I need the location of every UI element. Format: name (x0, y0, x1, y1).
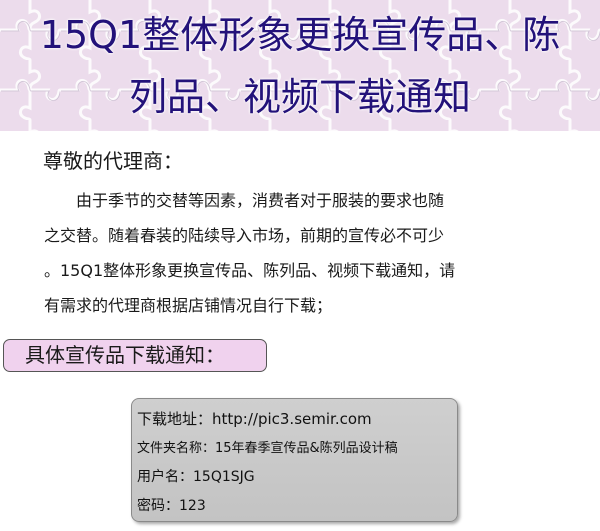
password: 密码：123 (137, 498, 206, 514)
notice-body: 由于季节的交替等因素，消费者对于服装的要求也随 之交替。随着春装的陆续导入市场，… (44, 183, 569, 323)
body-line-4: 有需求的代理商根据店铺情况自行下载； (44, 296, 333, 315)
greeting-text: 尊敬的代理商： (43, 149, 183, 173)
title-banner: 15Q1整体形象更换宣传品、陈 列品、视频下载通知 (0, 0, 600, 131)
download-address[interactable]: 下载地址：http://pic3.semir.com (137, 405, 457, 434)
body-line-2: 之交替。随着春装的陆续导入市场，前期的宣传必不可少 (44, 226, 445, 245)
body-line-3: 。15Q1整体形象更换宣传品、陈列品、视频下载通知，请 (44, 261, 456, 280)
body-line-1: 由于季节的交替等因素，消费者对于服装的要求也随 (76, 191, 445, 210)
page-title: 15Q1整体形象更换宣传品、陈 列品、视频下载通知 (0, 0, 600, 131)
folder-name: 文件夹名称：15年春季宣传品&陈列品设计稿 (137, 441, 398, 456)
section-heading-download-notice: 具体宣传品下载通知： (3, 339, 267, 372)
notice-page: 15Q1整体形象更换宣传品、陈 列品、视频下载通知 尊敬的代理商： 由于季节的交… (0, 0, 600, 531)
download-info-box: 下载地址：http://pic3.semir.com 文件夹名称：15年春季宣传… (131, 398, 458, 522)
username: 用户名：15Q1SJG (137, 469, 255, 485)
page-title-line-2: 列品、视频下载通知 (128, 75, 471, 119)
page-title-line-1: 15Q1整体形象更换宣传品、陈 (39, 13, 561, 57)
